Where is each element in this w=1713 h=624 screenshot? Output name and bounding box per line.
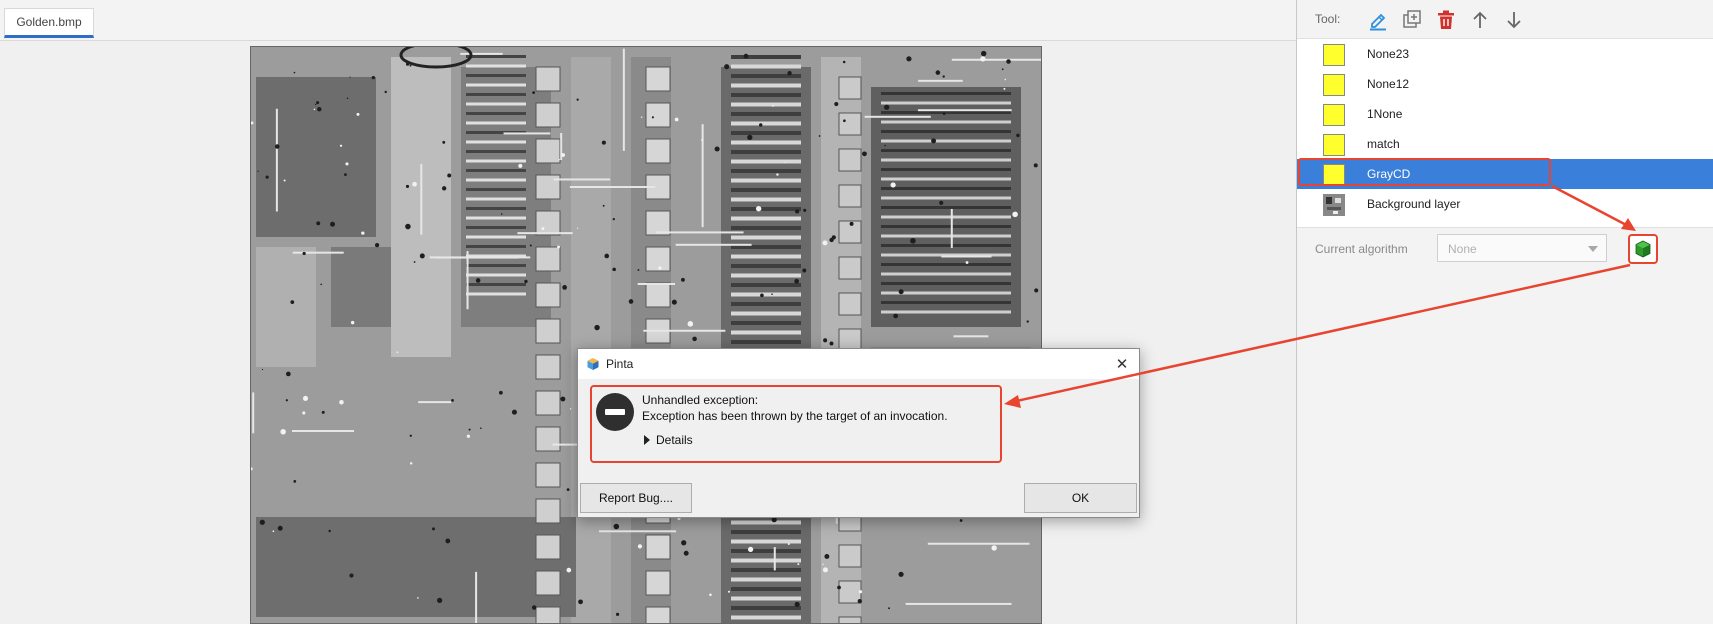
tab-label: Golden.bmp — [16, 15, 82, 29]
details-label: Details — [656, 433, 693, 447]
add-layer-button[interactable] — [1399, 7, 1425, 33]
layer-name: 1None — [1367, 107, 1403, 121]
arrow-down-icon — [1507, 12, 1521, 29]
algorithm-row: Current algorithm None — [1297, 232, 1713, 272]
layer-name: None23 — [1367, 47, 1410, 61]
green-cube-icon — [1635, 240, 1651, 258]
report-bug-button[interactable]: Report Bug.... — [580, 483, 692, 513]
stop-error-icon — [596, 393, 634, 431]
layer-list: None23 None12 1None match GrayCD Backgro… — [1297, 38, 1713, 228]
chip-die-image — [251, 47, 1041, 623]
layer-name: None12 — [1367, 77, 1410, 91]
layer-row-none23[interactable]: None23 — [1297, 39, 1713, 69]
layer-color-swatch — [1323, 74, 1345, 96]
tab-golden-bmp[interactable]: Golden.bmp — [4, 8, 94, 38]
close-icon[interactable]: ✕ — [1111, 353, 1133, 375]
expand-arrow-icon — [644, 435, 650, 445]
algorithm-select-value: None — [1448, 242, 1477, 256]
error-heading: Unhandled exception: — [642, 393, 759, 407]
layer-name: Background layer — [1367, 197, 1461, 211]
add-layer-icon — [1403, 10, 1421, 28]
tool-row: Tool: — [1297, 0, 1713, 38]
error-message: Exception has been thrown by the target … — [642, 409, 948, 423]
draw-tool-button[interactable] — [1365, 7, 1391, 33]
ok-button[interactable]: OK — [1024, 483, 1137, 513]
canvas-area: Golden.bmp — [0, 0, 1296, 624]
details-expander[interactable]: Details — [644, 431, 693, 449]
algorithm-select[interactable]: None — [1437, 234, 1607, 262]
layers-panel: Tool: None23 None12 1None match GrayCD B… — [1297, 0, 1713, 624]
layer-color-swatch — [1323, 134, 1345, 156]
layer-row-1none[interactable]: 1None — [1297, 99, 1713, 129]
arrow-up-icon — [1473, 11, 1487, 28]
layer-row-background[interactable]: Background layer — [1297, 189, 1713, 219]
layer-row-graycd[interactable]: GrayCD — [1297, 159, 1713, 189]
layer-name: match — [1367, 137, 1400, 151]
chip-image-canvas[interactable] — [250, 46, 1042, 624]
dialog-title: Pinta — [606, 357, 634, 371]
tool-label: Tool: — [1315, 12, 1341, 26]
run-algorithm-button[interactable] — [1628, 234, 1658, 264]
move-layer-down-button[interactable] — [1501, 7, 1527, 33]
layer-color-swatch — [1323, 44, 1345, 66]
dialog-body: Unhandled exception: Exception has been … — [578, 379, 1139, 517]
pinta-cube-icon — [587, 358, 599, 370]
move-layer-up-button[interactable] — [1467, 7, 1493, 33]
delete-layer-button[interactable] — [1433, 7, 1459, 33]
layer-row-match[interactable]: match — [1297, 129, 1713, 159]
chevron-down-icon — [1588, 246, 1598, 252]
layer-row-none12[interactable]: None12 — [1297, 69, 1713, 99]
close-symbol: ✕ — [1115, 356, 1129, 373]
error-message-annotation: Unhandled exception: Exception has been … — [590, 385, 1002, 463]
layer-color-swatch — [1323, 164, 1345, 186]
document-tab-bar: Golden.bmp — [0, 0, 1296, 41]
dialog-titlebar[interactable]: Pinta ✕ — [578, 349, 1139, 379]
pencil-icon — [1370, 13, 1386, 31]
layer-name: GrayCD — [1367, 167, 1411, 181]
error-dialog: Pinta ✕ Unhandled exception: Exception h… — [577, 348, 1140, 518]
layer-color-swatch — [1323, 104, 1345, 126]
trash-icon — [1438, 10, 1454, 29]
layer-image-thumbnail — [1323, 194, 1345, 216]
current-algorithm-label: Current algorithm — [1315, 242, 1408, 256]
